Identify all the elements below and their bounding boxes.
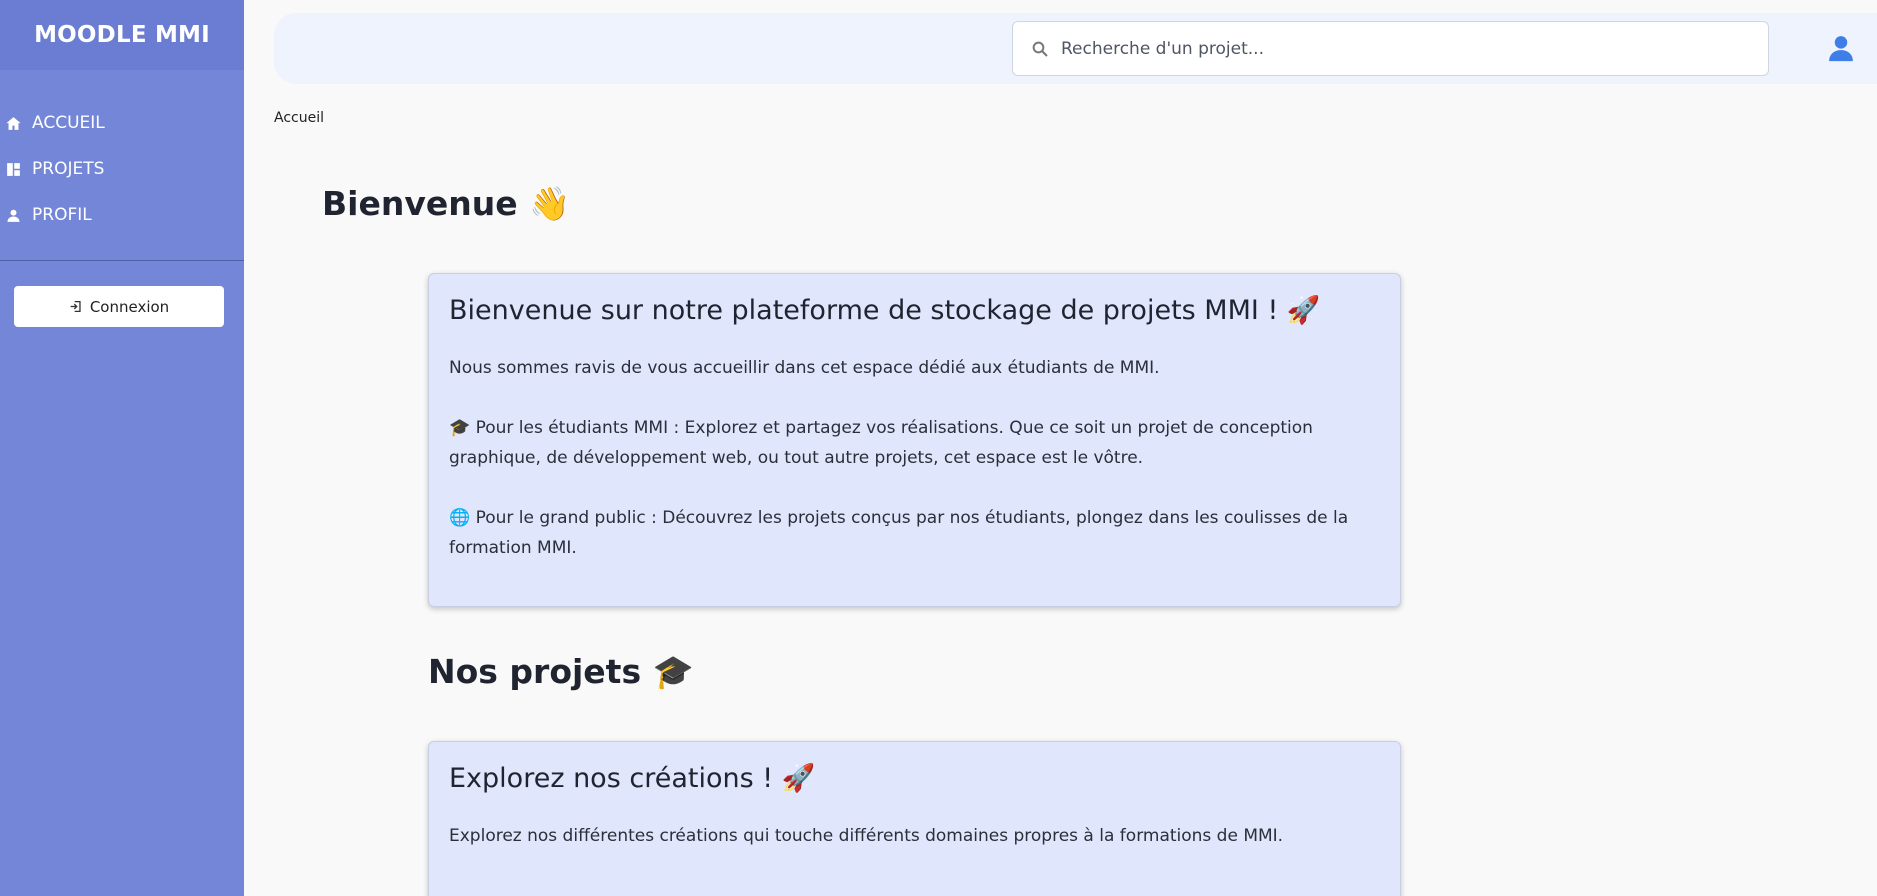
sidebar-item-label: PROJETS xyxy=(32,159,105,179)
search-icon xyxy=(1032,41,1048,56)
search-box[interactable] xyxy=(1012,21,1769,76)
sidebar-nav: ACCUEIL PROJETS PROFIL xyxy=(0,70,244,238)
intro-paragraph-students: 🎓 Pour les étudiants MMI : Explorez et p… xyxy=(449,418,1313,468)
breadcrumb[interactable]: Accueil xyxy=(274,110,324,126)
brand-logo[interactable]: MOODLE MMI xyxy=(0,0,244,70)
projects-card-title: Explorez nos créations ! 🚀 xyxy=(449,763,816,794)
intro-paragraph-public: 🌐 Pour le grand public : Découvrez les p… xyxy=(449,508,1349,558)
projects-card: Explorez nos créations ! 🚀 Explorez nos … xyxy=(428,741,1401,896)
top-bar xyxy=(274,13,1877,84)
search-input[interactable] xyxy=(1061,38,1741,59)
person-icon xyxy=(5,207,22,224)
dashboard-icon xyxy=(5,161,22,178)
login-label: Connexion xyxy=(89,297,170,316)
page-title: Bienvenue 👋 xyxy=(322,184,571,223)
sidebar-item-label: ACCUEIL xyxy=(32,113,105,133)
sidebar: MOODLE MMI ACCUEIL PROJETS PROFIL Connex… xyxy=(0,0,244,896)
login-icon xyxy=(70,300,81,313)
projects-section-title: Nos projets 🎓 xyxy=(428,652,694,691)
sidebar-item-label: PROFIL xyxy=(32,205,92,225)
sidebar-item-profil[interactable]: PROFIL xyxy=(0,192,244,238)
intro-card-title: Bienvenue sur notre plateforme de stocka… xyxy=(449,295,1321,326)
intro-paragraph: Nous sommes ravis de vous accueillir dan… xyxy=(449,358,1160,378)
sidebar-item-projets[interactable]: PROJETS xyxy=(0,146,244,192)
sidebar-item-accueil[interactable]: ACCUEIL xyxy=(0,100,244,146)
user-account-icon[interactable] xyxy=(1826,33,1856,63)
breadcrumb-item[interactable]: Accueil xyxy=(274,110,324,126)
login-button[interactable]: Connexion xyxy=(14,286,224,327)
projects-card-paragraph: Explorez nos différentes créations qui t… xyxy=(449,826,1284,846)
sidebar-divider xyxy=(0,260,244,261)
home-icon xyxy=(5,115,22,132)
intro-card: Bienvenue sur notre plateforme de stocka… xyxy=(428,273,1401,607)
